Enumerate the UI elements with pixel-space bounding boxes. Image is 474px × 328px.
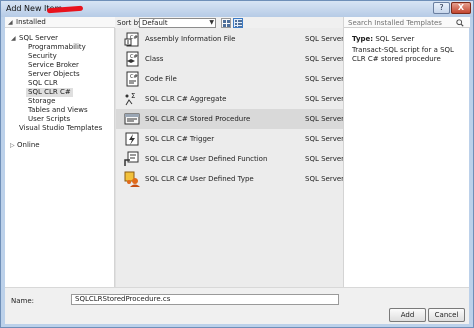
collapse-arrow-icon[interactable]: ◢ <box>11 34 16 43</box>
csharp-class-icon: C# <box>126 51 139 67</box>
type-value: SQL Server <box>375 35 415 43</box>
list-item[interactable]: Σ SQL CLR C# Aggregate SQL Server <box>116 89 344 109</box>
user-type-icon <box>124 171 140 187</box>
svg-text:C#: C# <box>130 74 138 80</box>
type-label: Type: <box>352 35 374 43</box>
assembly-info-icon: C# <box>124 32 139 47</box>
item-name: SQL CLR C# User Defined Type <box>145 175 254 183</box>
code-file-icon: C# <box>126 71 139 87</box>
tree-node-online[interactable]: Online <box>17 141 40 150</box>
tree-node-sql-clr[interactable]: SQL CLR <box>28 79 58 88</box>
title-bar[interactable]: Add New Item - ? X <box>1 1 473 17</box>
dropdown-arrow-icon: ▼ <box>209 19 214 26</box>
item-type: SQL Server <box>305 175 345 183</box>
dialog-footer: Name: SQLCLRStoredProcedure.cs Add Cance… <box>5 287 469 324</box>
list-item[interactable]: SQL CLR C# Trigger SQL Server <box>116 129 344 149</box>
name-field[interactable]: SQLCLRStoredProcedure.cs <box>71 294 339 305</box>
item-type: SQL Server <box>305 95 345 103</box>
item-name: Assembly Information File <box>145 35 236 43</box>
svg-text:Σ: Σ <box>131 92 135 100</box>
medium-icons-view-button[interactable] <box>221 18 231 28</box>
cancel-button[interactable]: Cancel <box>428 308 465 322</box>
item-name: SQL CLR C# User Defined Function <box>145 155 268 163</box>
tree-node-service-broker[interactable]: Service Broker <box>28 61 79 70</box>
template-details-pane: Search Installed Templates Type: SQL Ser… <box>343 17 470 287</box>
list-item[interactable]: C# Code File SQL Server <box>116 69 344 89</box>
item-type: SQL Server <box>305 155 345 163</box>
trigger-icon <box>125 132 139 146</box>
template-list: C# Assembly Information File SQL Server … <box>115 28 344 287</box>
function-icon <box>124 151 139 166</box>
list-item[interactable]: C# Class SQL Server <box>116 49 344 69</box>
tree-header: ◢ Installed <box>5 17 115 28</box>
search-placeholder: Search Installed Templates <box>348 19 442 27</box>
tree-node-visual-studio-templates[interactable]: Visual Studio Templates <box>19 124 102 133</box>
item-name: SQL CLR C# Aggregate <box>145 95 227 103</box>
expand-arrow-icon[interactable]: ▷ <box>10 141 15 150</box>
details-view-button[interactable] <box>233 18 243 28</box>
tree-node-user-scripts[interactable]: User Scripts <box>28 115 70 124</box>
list-item-selected[interactable]: SQL CLR C# Stored Procedure SQL Server <box>116 109 344 129</box>
item-name: Code File <box>145 75 177 83</box>
item-name: SQL CLR C# Trigger <box>145 135 215 143</box>
sort-by-value: Default <box>142 19 168 27</box>
name-label: Name: <box>11 297 35 305</box>
sort-toolbar: Sort by: Default ▼ <box>115 17 343 28</box>
item-type: SQL Server <box>305 115 345 123</box>
collapse-arrow-icon[interactable]: ◢ <box>8 18 13 27</box>
item-type: SQL Server <box>305 75 345 83</box>
search-installed-templates-input[interactable]: Search Installed Templates <box>344 17 470 28</box>
tree-node-sql-clr-csharp[interactable]: SQL CLR C# <box>26 88 73 97</box>
tree-node-tables-and-views[interactable]: Tables and Views <box>28 106 88 115</box>
tree-node-programmability[interactable]: Programmability <box>28 43 86 52</box>
dialog-body: ◢ Installed ◢ SQL Server Programmability… <box>5 17 470 324</box>
tree-node-server-objects[interactable]: Server Objects <box>28 70 80 79</box>
list-item[interactable]: SQL CLR C# User Defined Type SQL Server <box>116 169 344 189</box>
help-button[interactable]: ? <box>433 2 450 14</box>
template-tree: ◢ Installed ◢ SQL Server Programmability… <box>5 17 115 287</box>
item-type: SQL Server <box>305 35 345 43</box>
list-item[interactable]: C# Assembly Information File SQL Server <box>116 29 344 49</box>
stored-procedure-icon <box>124 113 140 125</box>
sort-by-dropdown[interactable]: Default ▼ <box>139 18 216 28</box>
list-item[interactable]: SQL CLR C# User Defined Function SQL Ser… <box>116 149 344 169</box>
item-type: SQL Server <box>305 135 345 143</box>
item-name: SQL CLR C# Stored Procedure <box>145 115 251 123</box>
add-button[interactable]: Add <box>389 308 426 322</box>
tree-node-storage[interactable]: Storage <box>28 97 55 106</box>
search-icon[interactable] <box>456 19 464 27</box>
item-name: Class <box>145 55 164 63</box>
tree-node-installed[interactable]: Installed <box>16 18 46 27</box>
item-type: SQL Server <box>305 55 345 63</box>
tree-node-security[interactable]: Security <box>28 52 57 61</box>
tree-node-sql-server[interactable]: SQL Server <box>19 34 58 43</box>
template-type-row: Type: SQL Server <box>352 35 414 43</box>
template-description: Transact-SQL script for a SQL CLR C# sto… <box>352 46 454 63</box>
close-button[interactable]: X <box>451 2 471 14</box>
aggregate-icon: Σ <box>125 92 135 106</box>
add-new-item-dialog: Add New Item - ? X ◢ Installed ◢ SQL Ser… <box>0 0 474 328</box>
